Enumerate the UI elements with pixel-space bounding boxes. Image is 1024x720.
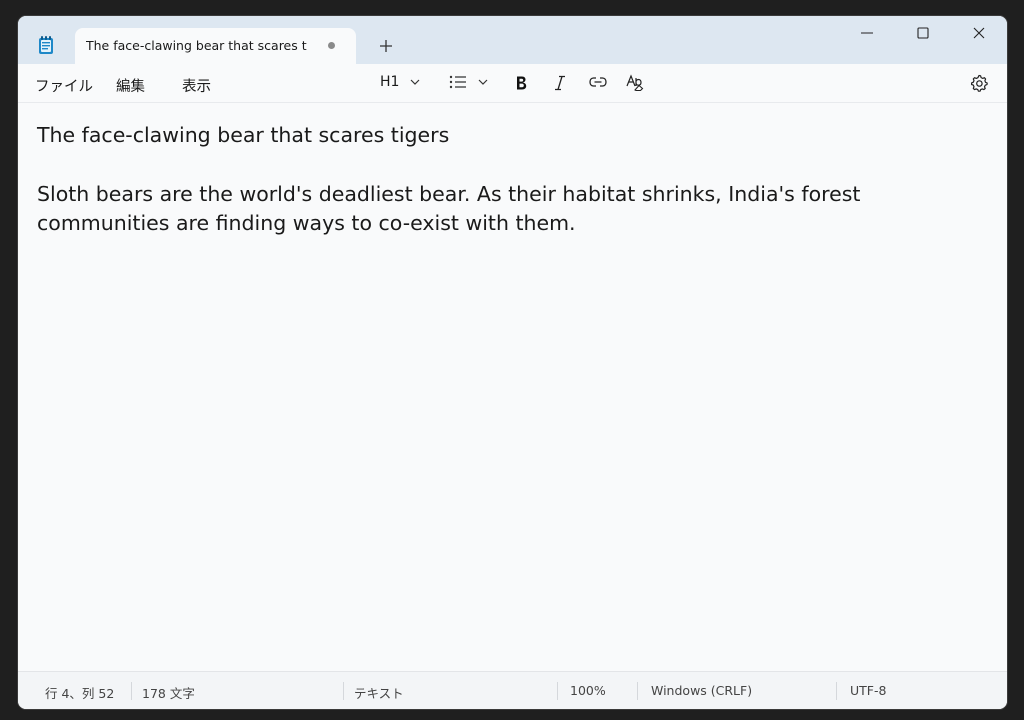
chevron-down-icon: [478, 79, 488, 85]
plus-icon: [380, 40, 392, 52]
status-divider: [836, 682, 837, 700]
status-divider: [637, 682, 638, 700]
italic-icon: [555, 75, 565, 91]
unsaved-indicator-icon[interactable]: [328, 42, 335, 49]
notepad-window: The face-clawing bear that scares t ファイル: [18, 16, 1007, 709]
notepad-app-icon: [38, 36, 54, 55]
menu-file[interactable]: ファイル: [35, 75, 93, 96]
list-icon: [449, 75, 466, 89]
gear-icon: [971, 74, 988, 92]
clear-formatting-button[interactable]: [626, 72, 646, 94]
text-format[interactable]: テキスト: [354, 683, 404, 702]
close-icon: [973, 27, 985, 39]
heading-level: H1: [380, 74, 400, 90]
minimize-icon: [861, 32, 873, 34]
document-heading[interactable]: The face-clawing bear that scares tigers: [37, 123, 449, 147]
new-tab-button[interactable]: [374, 34, 398, 58]
bold-icon: [517, 76, 527, 90]
zoom-level[interactable]: 100%: [570, 683, 606, 698]
status-bar: 行 4、列 52 178 文字 テキスト 100% Windows (CRLF)…: [18, 671, 1007, 709]
text-editor[interactable]: The face-clawing bear that scares tigers…: [18, 103, 1007, 671]
bold-button[interactable]: [512, 72, 530, 94]
cursor-position: 行 4、列 52: [45, 686, 115, 701]
status-divider: [557, 682, 558, 700]
italic-button[interactable]: [551, 72, 569, 94]
link-icon: [589, 77, 607, 87]
character-count: 178 文字: [142, 686, 195, 701]
minimize-button[interactable]: [839, 16, 895, 48]
maximize-button[interactable]: [895, 16, 951, 48]
link-button[interactable]: [588, 72, 608, 94]
chevron-down-icon: [410, 79, 420, 85]
status-divider: [131, 682, 132, 700]
menu-bar: ファイル 編集 表示 H1: [18, 64, 1007, 103]
title-bar[interactable]: The face-clawing bear that scares t: [18, 16, 1007, 64]
tab-document[interactable]: The face-clawing bear that scares t: [75, 28, 356, 64]
encoding[interactable]: UTF-8: [850, 683, 886, 698]
menu-edit[interactable]: 編集: [116, 75, 145, 96]
menu-view[interactable]: 表示: [182, 75, 211, 96]
maximize-icon: [917, 27, 929, 39]
close-button[interactable]: [951, 16, 1007, 48]
settings-button[interactable]: [969, 72, 989, 94]
tab-title: The face-clawing bear that scares t: [86, 38, 307, 53]
list-dropdown[interactable]: [449, 72, 493, 94]
status-divider: [343, 682, 344, 700]
document-paragraph[interactable]: Sloth bears are the world's deadliest be…: [37, 180, 937, 237]
clear-formatting-icon: [626, 74, 644, 92]
heading-dropdown[interactable]: H1: [380, 72, 424, 94]
line-ending[interactable]: Windows (CRLF): [651, 683, 752, 698]
